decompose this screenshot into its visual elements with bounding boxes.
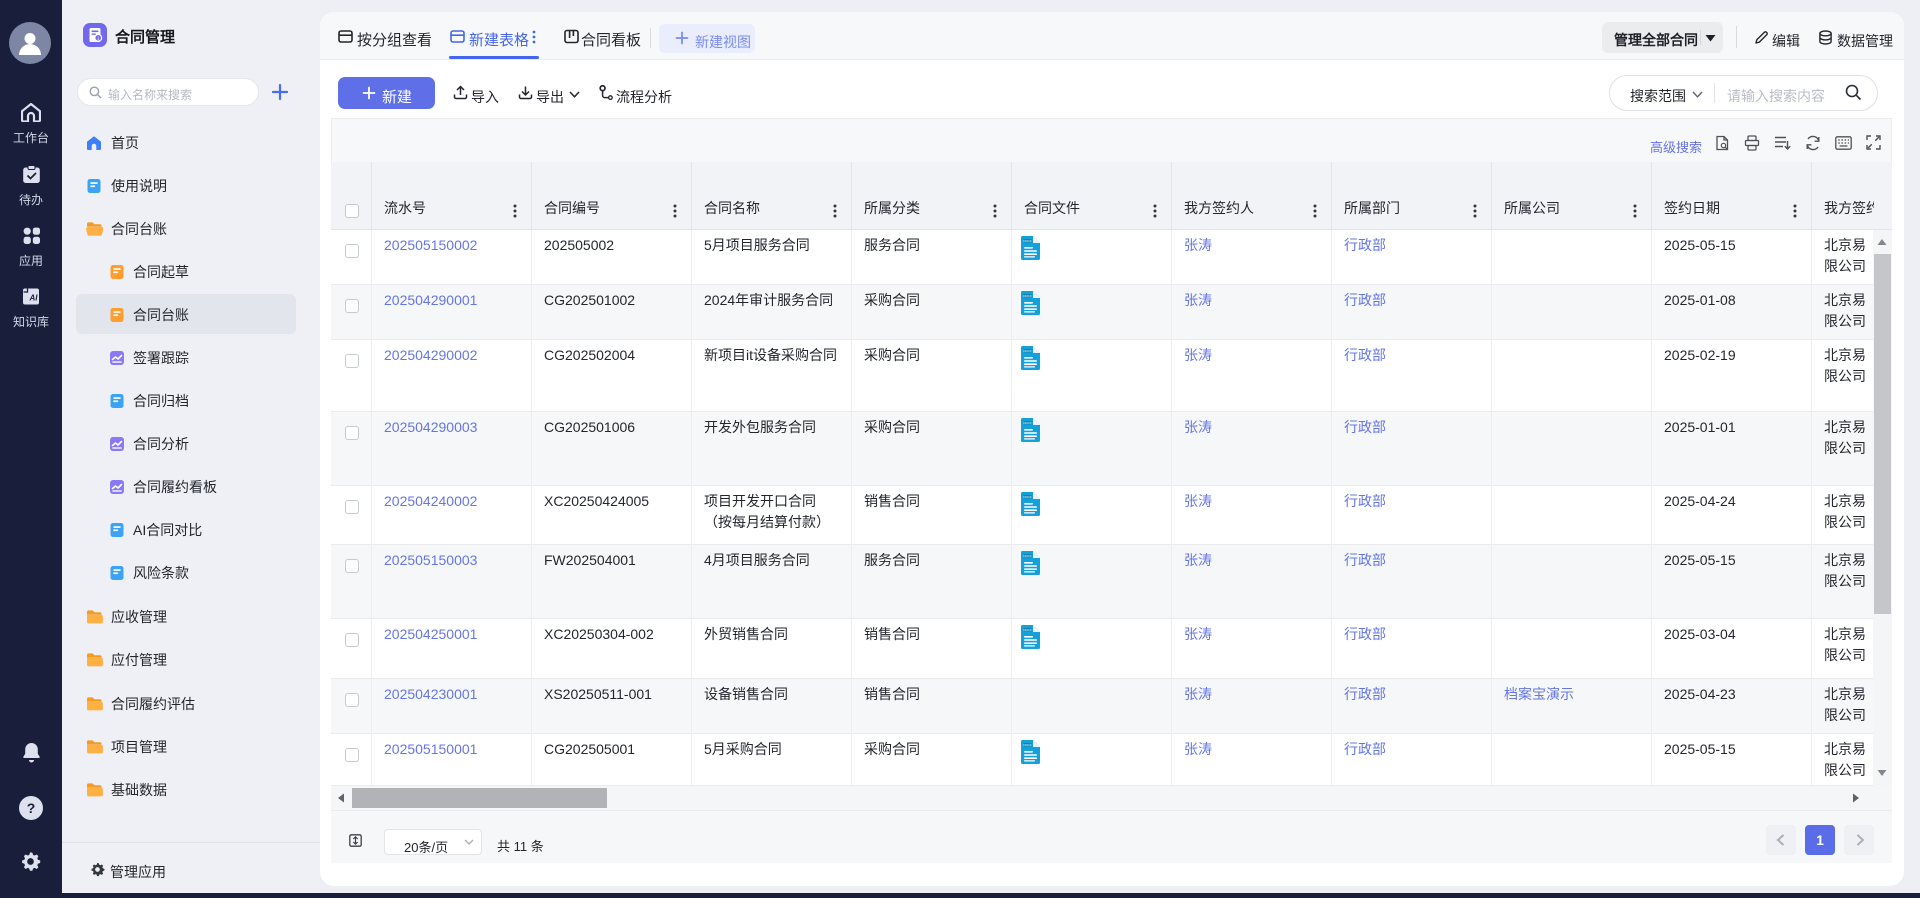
svg-text:DOCX: DOCX: [1023, 743, 1031, 747]
svg-text:DOCX: DOCX: [1023, 349, 1031, 353]
svg-text:DOCX: DOCX: [1023, 239, 1031, 243]
svg-text:DOCX: DOCX: [1023, 294, 1031, 298]
svg-text:DOCX: DOCX: [1023, 421, 1031, 425]
svg-text:DOCX: DOCX: [1023, 495, 1031, 499]
svg-text:DOCX: DOCX: [1023, 628, 1031, 632]
svg-text:DOCX: DOCX: [1023, 554, 1031, 558]
